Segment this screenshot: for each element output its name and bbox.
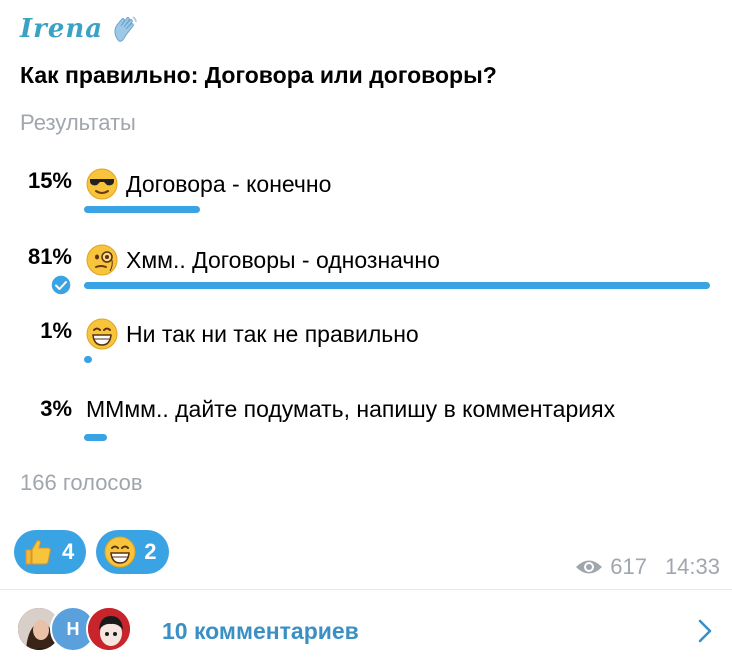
- author-name[interactable]: Irena: [20, 14, 139, 44]
- option-text: Ни так ни так не правильно: [126, 320, 419, 347]
- option-result-bar: [84, 206, 200, 213]
- commenter-avatars: Н: [16, 606, 146, 654]
- reaction-count: 2: [144, 539, 157, 564]
- option-text: Договора - конечно: [126, 170, 332, 197]
- thumbs-up-icon: [25, 540, 51, 565]
- eye-icon: [576, 560, 603, 574]
- message-meta: 617 14:33: [574, 554, 720, 580]
- option-percent: 3%: [40, 396, 72, 421]
- message-time: 14:33: [664, 554, 720, 579]
- reaction-count: 4: [62, 539, 75, 564]
- poll-option: 1% Ни так ни так не правильно: [0, 318, 732, 388]
- chosen-check-icon: [50, 274, 72, 296]
- option-result-bar: [84, 282, 710, 289]
- reaction-thumbs-up[interactable]: 4: [14, 530, 87, 574]
- monocle-face-icon: [86, 244, 118, 276]
- poll-option: 3% ММмм.. дайте подумать, напишу в комме…: [0, 396, 732, 466]
- chevron-right-icon: [698, 619, 712, 643]
- votes-count: 166 голосов: [20, 470, 143, 495]
- comments-label: 10 комментариев: [162, 618, 359, 644]
- grinning-face-icon: [86, 318, 118, 350]
- option-text: ММмм.. дайте подумать, напишу в коммента…: [86, 396, 616, 422]
- option-result-bar: [84, 434, 107, 441]
- comments-button[interactable]: Н 10 комментариев: [0, 590, 732, 670]
- avatar: [86, 606, 132, 652]
- views-count: 617: [610, 554, 647, 579]
- option-result-bar: [84, 356, 92, 363]
- sunglasses-face-icon: [86, 168, 118, 200]
- avatar-letter: Н: [66, 618, 80, 639]
- poll-option: 81% Хмм.. Договоры - однозначно: [0, 244, 732, 314]
- message-card: Irena Как правильно: Договора или догово…: [0, 0, 732, 670]
- grinning-face-icon: [104, 536, 136, 568]
- option-percent: 1%: [40, 318, 72, 343]
- waving-hand-icon: [114, 16, 137, 42]
- option-percent: 81%: [27, 244, 72, 269]
- poll-question: Как правильно: Договора или договоры?: [20, 62, 497, 88]
- option-text: Хмм.. Договоры - однозначно: [126, 246, 440, 273]
- poll-option: 15% Договора - конечно: [0, 168, 732, 238]
- author-label: Irena: [20, 14, 104, 44]
- poll-type-label: Результаты: [20, 110, 136, 135]
- reactions-bar: 4 2: [14, 530, 169, 574]
- option-percent: 15%: [27, 168, 72, 193]
- reaction-grin[interactable]: 2: [96, 530, 169, 574]
